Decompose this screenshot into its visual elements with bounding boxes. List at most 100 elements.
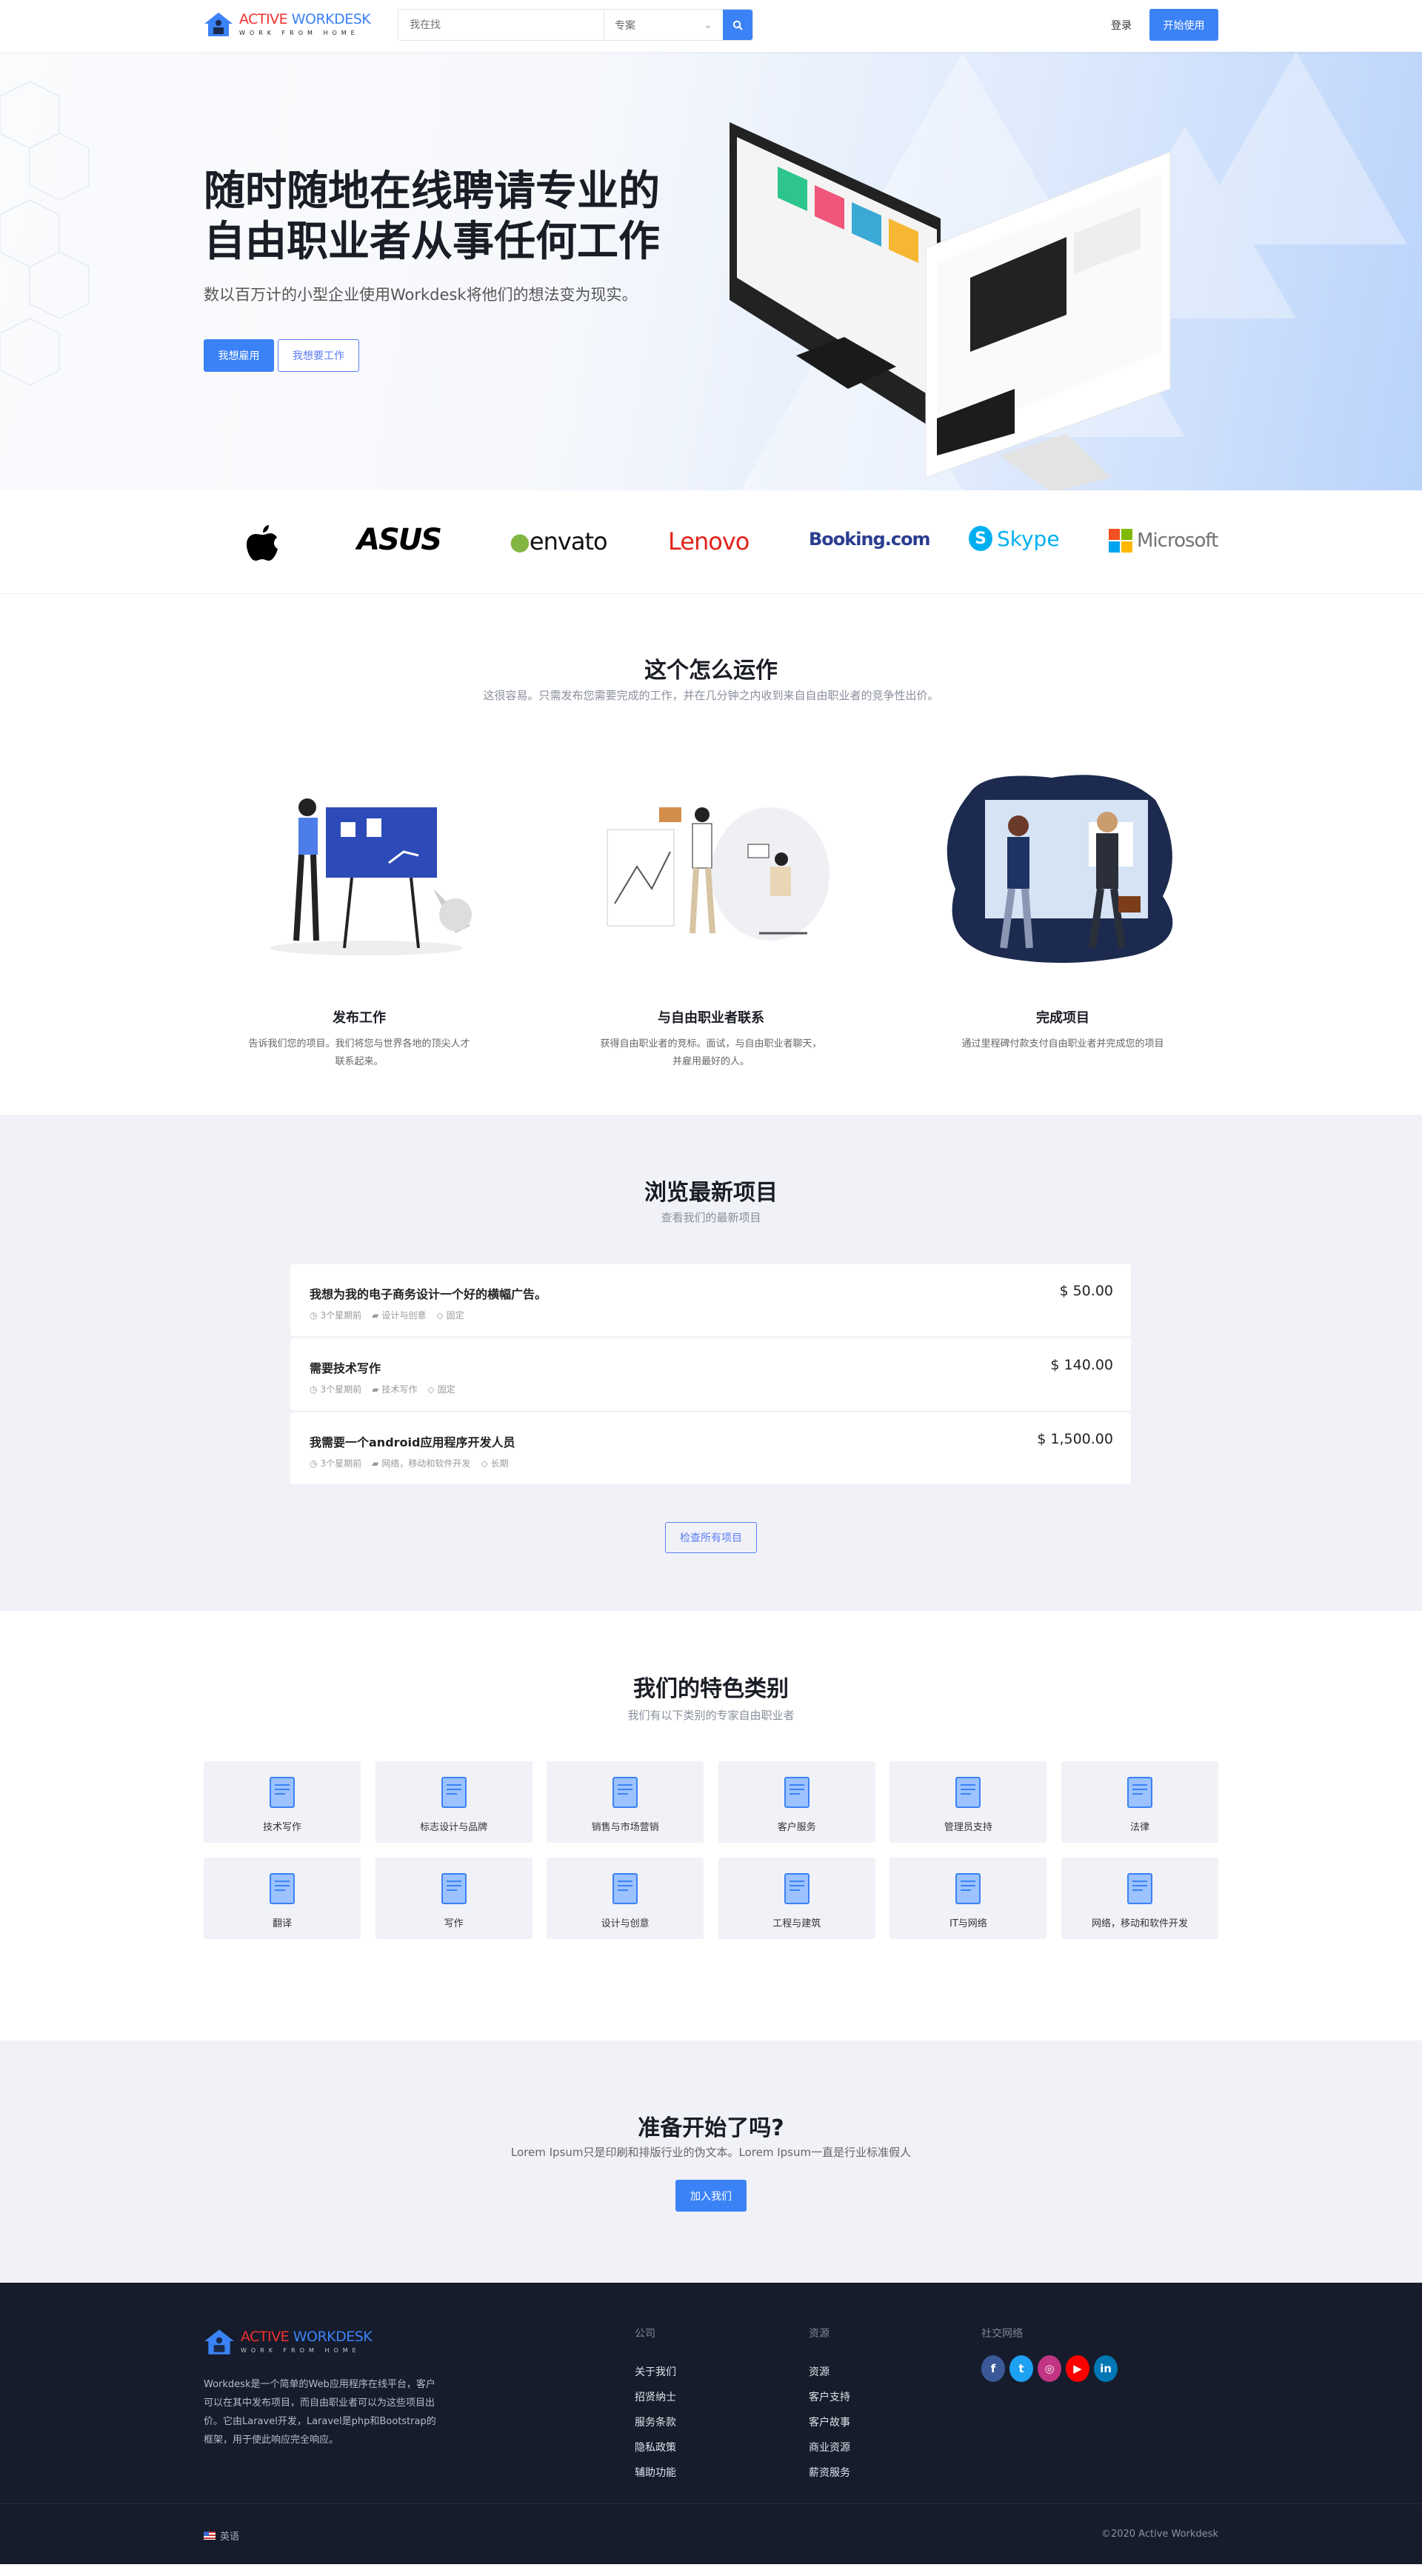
project-card[interactable]: 我需要一个android应用程序开发人员 $ 1,500.00 ◷ 3个星期前 ▰… bbox=[290, 1412, 1131, 1484]
category-label: 写作 bbox=[444, 1918, 464, 1929]
view-all-projects-button[interactable]: 检查所有项目 bbox=[665, 1522, 757, 1553]
project-title[interactable]: 我需要一个android应用程序开发人员 bbox=[310, 1432, 515, 1450]
project-price: $ 1,500.00 bbox=[1037, 1431, 1113, 1447]
project-title[interactable]: 需要技术写作 bbox=[310, 1358, 381, 1376]
footer-about: Workdesk是一个简单的Web应用程序在线平台，客户可以在其中发布项目，而自… bbox=[204, 2379, 436, 2446]
facebook-icon[interactable]: f bbox=[981, 2355, 1005, 2382]
category-card[interactable]: 翻译 bbox=[204, 1858, 361, 1939]
category-icon bbox=[612, 1873, 638, 1904]
brand-tagline: WORK FROM HOME bbox=[239, 30, 359, 36]
search-bar: 专案 ⌄ bbox=[398, 9, 753, 41]
step-contact: 与自由职业者联系 获得自由职业者的竞标。面试，与自由职业者聊天，并雇用最好的人。 bbox=[563, 1007, 859, 1071]
search-button[interactable] bbox=[723, 10, 752, 40]
footer-company: 公司 关于我们 招贤纳士 服务条款 隐私政策 辅助功能 bbox=[635, 2328, 676, 2480]
linkedin-icon[interactable]: in bbox=[1094, 2355, 1118, 2382]
join-us-button[interactable]: 加入我们 bbox=[675, 2180, 747, 2212]
cta-title: 准备开始了吗? bbox=[638, 2115, 784, 2141]
category-label: 网络，移动和软件开发 bbox=[1091, 1918, 1188, 1929]
folder-icon: ▰ bbox=[372, 1458, 379, 1469]
category-card[interactable]: 客户服务 bbox=[718, 1761, 875, 1843]
chevron-down-icon: ⌄ bbox=[704, 19, 712, 31]
category-label: 客户服务 bbox=[777, 1822, 816, 1833]
project-category: ▰ 设计与创意 bbox=[372, 1309, 427, 1321]
step-complete: 完成项目 通过里程碑付款支付自由职业者并完成您的项目 bbox=[915, 1007, 1211, 1053]
project-card[interactable]: 需要技术写作 $ 140.00 ◷ 3个星期前 ▰ 技术写作 ◇ 固定 bbox=[290, 1338, 1131, 1410]
work-button[interactable]: 我想要工作 bbox=[278, 339, 359, 372]
category-label: 技术写作 bbox=[262, 1822, 301, 1833]
logo[interactable]: ACTIVE WORKDESK WORK FROM HOME bbox=[204, 12, 371, 37]
footer-link[interactable]: 隐私政策 bbox=[635, 2440, 676, 2455]
apple-logo bbox=[247, 525, 278, 561]
project-price: $ 140.00 bbox=[1050, 1357, 1113, 1373]
footer-link[interactable]: 商业资源 bbox=[809, 2440, 850, 2455]
category-icon bbox=[784, 1873, 810, 1904]
step-title: 完成项目 bbox=[1036, 1010, 1089, 1026]
footer-link[interactable]: 招贤纳士 bbox=[635, 2389, 676, 2404]
projects-title: 浏览最新项目 bbox=[644, 1180, 778, 1206]
projects-subtitle: 查看我们的最新项目 bbox=[661, 1211, 761, 1224]
category-icon bbox=[1127, 1777, 1152, 1808]
project-type: ◇ 长期 bbox=[481, 1458, 509, 1469]
login-link[interactable]: 登录 bbox=[1111, 18, 1132, 33]
youtube-icon[interactable]: ▶ bbox=[1066, 2355, 1089, 2382]
category-label: 翻译 bbox=[272, 1918, 292, 1929]
project-time: ◷ 3个星期前 bbox=[310, 1309, 362, 1321]
cta-subtitle: Lorem Ipsum只是印刷和排版行业的伪文本。Lorem Ipsum一直是行… bbox=[510, 2146, 912, 2159]
language-selector[interactable]: 英语 bbox=[204, 2529, 239, 2543]
footer-link[interactable]: 资源 bbox=[809, 2364, 850, 2379]
footer-link[interactable]: 辅助功能 bbox=[635, 2465, 676, 2480]
skype-logo: S Skype bbox=[969, 526, 1060, 551]
project-time: ◷ 3个星期前 bbox=[310, 1384, 362, 1395]
categories-subtitle: 我们有以下类别的专家自由职业者 bbox=[627, 1709, 795, 1722]
get-started-button[interactable]: 开始使用 bbox=[1149, 9, 1218, 41]
category-icon bbox=[270, 1777, 295, 1808]
hero-section: 随时随地在线聘请专业的 自由职业者从事任何工作 数以百万计的小型企业使用Workd… bbox=[0, 52, 1422, 490]
category-card[interactable]: 销售与市场营销 bbox=[547, 1761, 704, 1843]
footer-link[interactable]: 服务条款 bbox=[635, 2415, 676, 2429]
hire-button[interactable]: 我想雇用 bbox=[204, 339, 274, 372]
tag-icon: ◇ bbox=[436, 1309, 444, 1321]
footer-link[interactable]: 客户故事 bbox=[809, 2415, 850, 2429]
asus-logo: ASUS bbox=[357, 523, 442, 557]
folder-icon: ▰ bbox=[372, 1309, 379, 1321]
category-icon bbox=[784, 1777, 810, 1808]
folder-icon: ▰ bbox=[372, 1384, 379, 1395]
hero-title: 随时随地在线聘请专业的 自由职业者从事任何工作 bbox=[204, 167, 660, 266]
search-icon bbox=[732, 20, 743, 30]
category-icon bbox=[1127, 1873, 1152, 1904]
footer-logo[interactable]: ACTIVE WORKDESK WORK FROM HOME bbox=[204, 2329, 373, 2355]
category-card[interactable]: 技术写作 bbox=[204, 1761, 361, 1843]
project-price: $ 50.00 bbox=[1059, 1283, 1113, 1299]
footer-link[interactable]: 薪资服务 bbox=[809, 2465, 850, 2480]
how-title: 这个怎么运作 bbox=[644, 658, 778, 684]
category-card[interactable]: 写作 bbox=[375, 1858, 533, 1939]
footer-link[interactable]: 关于我们 bbox=[635, 2364, 676, 2379]
step-title: 发布工作 bbox=[333, 1010, 386, 1026]
tag-icon: ◇ bbox=[427, 1384, 435, 1395]
search-type-select[interactable]: 专案 ⌄ bbox=[604, 10, 723, 40]
category-card[interactable]: 管理员支持 bbox=[889, 1761, 1047, 1843]
project-card[interactable]: 我想为我的电子商务设计一个好的横幅广告。 $ 50.00 ◷ 3个星期前 ▰ 设计与… bbox=[290, 1264, 1131, 1336]
clock-icon: ◷ bbox=[310, 1384, 318, 1395]
search-input[interactable] bbox=[398, 10, 604, 40]
category-card[interactable]: 网络，移动和软件开发 bbox=[1061, 1858, 1218, 1939]
category-card[interactable]: 法律 bbox=[1061, 1761, 1218, 1843]
footer-link[interactable]: 客户支持 bbox=[809, 2389, 850, 2404]
project-type: ◇ 固定 bbox=[427, 1384, 455, 1395]
category-icon bbox=[441, 1777, 467, 1808]
category-card[interactable]: IT与网络 bbox=[889, 1858, 1047, 1939]
category-card[interactable]: 工程与建筑 bbox=[718, 1858, 875, 1939]
tag-icon: ◇ bbox=[481, 1458, 488, 1469]
instagram-icon[interactable]: ◎ bbox=[1038, 2355, 1061, 2382]
category-card[interactable]: 标志设计与品牌 bbox=[375, 1761, 533, 1843]
step-title: 与自由职业者联系 bbox=[658, 1010, 764, 1026]
step-post-job: 发布工作告诉我们您的项目。我们将您与世界各地的顶尖人才联系起来。 bbox=[211, 1007, 507, 1071]
us-flag-icon bbox=[204, 2532, 216, 2540]
project-title[interactable]: 我想为我的电子商务设计一个好的横幅广告。 bbox=[310, 1284, 547, 1302]
step-desc: 告诉我们您的项目。我们将您与世界各地的顶尖人才联系起来。 bbox=[248, 1038, 470, 1067]
category-card[interactable]: 设计与创意 bbox=[547, 1858, 704, 1939]
category-label: 标志设计与品牌 bbox=[420, 1822, 488, 1833]
booking-logo: Booking.com bbox=[809, 529, 931, 550]
categories-title: 我们的特色类别 bbox=[633, 1676, 789, 1702]
twitter-icon[interactable]: t bbox=[1009, 2355, 1033, 2382]
